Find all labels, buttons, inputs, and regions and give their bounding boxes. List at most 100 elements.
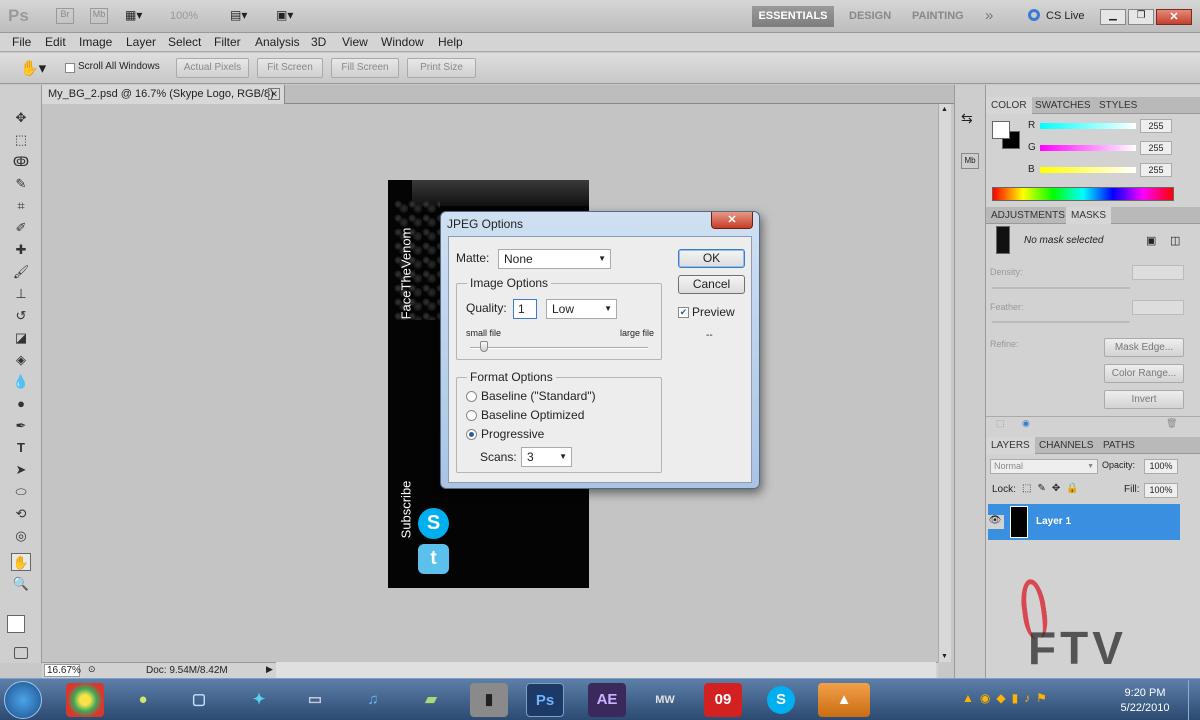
- eyedropper-tool-icon[interactable]: ✐: [11, 219, 31, 237]
- density-slider[interactable]: [992, 287, 1130, 289]
- tab-channels[interactable]: CHANNELS: [1034, 437, 1098, 454]
- radio-baseline-optimized[interactable]: [466, 410, 477, 421]
- paint-bucket-tool-icon[interactable]: ◈: [11, 351, 31, 369]
- chrome-icon[interactable]: [66, 683, 104, 717]
- workspace-design[interactable]: DESIGN: [849, 10, 891, 22]
- layer-row[interactable]: 👁 Layer 1: [986, 504, 1180, 540]
- healing-brush-tool-icon[interactable]: ✚: [11, 241, 31, 259]
- g-value[interactable]: 255: [1140, 141, 1172, 155]
- hand-tool-icon[interactable]: ✋: [11, 553, 31, 571]
- lock-icons[interactable]: ⬚✎✥🔒: [1022, 483, 1085, 494]
- preview-checkbox[interactable]: ✔: [678, 307, 689, 318]
- cs-live-menu[interactable]: CS Live: [1046, 10, 1085, 22]
- invert-button[interactable]: Invert: [1104, 390, 1184, 409]
- eraser-tool-icon[interactable]: ◪: [11, 329, 31, 347]
- color-range-button[interactable]: Color Range...: [1104, 364, 1184, 383]
- document-tab[interactable]: My_BG_2.psd @ 16.7% (Skype Logo, RGB/8) …: [42, 85, 285, 104]
- menu-view[interactable]: View: [342, 35, 368, 49]
- 3d-rotate-tool-icon[interactable]: ⟲: [11, 505, 31, 523]
- mini-bridge-panel-icon[interactable]: Mb: [961, 153, 979, 169]
- r-slider[interactable]: [1040, 123, 1136, 129]
- quality-input[interactable]: 1: [513, 299, 537, 319]
- move-tool-icon[interactable]: ✥: [11, 109, 31, 127]
- b-value[interactable]: 255: [1140, 163, 1172, 177]
- crop-tool-icon[interactable]: ⌗: [11, 197, 31, 215]
- menu-analysis[interactable]: Analysis: [255, 35, 300, 49]
- workspace-essentials[interactable]: ESSENTIALS: [752, 6, 834, 27]
- scroll-all-windows-checkbox[interactable]: [65, 63, 75, 73]
- restore-button[interactable]: ❐: [1128, 9, 1154, 25]
- photoshop-taskbar-icon[interactable]: Ps: [526, 683, 564, 717]
- minimize-button[interactable]: ▁: [1100, 9, 1126, 25]
- cancel-button[interactable]: Cancel: [678, 275, 745, 294]
- more-workspaces-icon[interactable]: »: [985, 7, 993, 24]
- feather-field[interactable]: [1132, 300, 1184, 315]
- zoom-field[interactable]: 16.67%: [44, 664, 81, 677]
- add-pixel-mask-icon[interactable]: ▣: [1146, 234, 1156, 247]
- computer-icon[interactable]: ▭: [296, 683, 334, 717]
- tab-paths[interactable]: PATHS: [1098, 437, 1140, 454]
- actual-pixels-button[interactable]: Actual Pixels: [176, 58, 249, 78]
- menu-filter[interactable]: Filter: [214, 35, 241, 49]
- skype-taskbar-icon[interactable]: S: [762, 683, 800, 717]
- brush-tool-icon[interactable]: 🖌: [11, 263, 31, 281]
- menu-help[interactable]: Help: [438, 35, 463, 49]
- radio-progressive[interactable]: [466, 429, 477, 440]
- show-desktop-button[interactable]: [1188, 680, 1200, 720]
- r-value[interactable]: 255: [1140, 119, 1172, 133]
- path-selection-tool-icon[interactable]: ➤: [11, 461, 31, 479]
- status-menu-arrow-icon[interactable]: ▶: [266, 664, 273, 675]
- hand-tool-preset-icon[interactable]: ✋▾: [20, 59, 46, 77]
- quality-preset-select[interactable]: Low ▼: [546, 299, 617, 319]
- clock-date[interactable]: 5/22/2010: [1110, 702, 1180, 714]
- tab-color[interactable]: COLOR: [986, 97, 1032, 114]
- menu-file[interactable]: File: [12, 35, 31, 49]
- scans-select[interactable]: 3 ▼: [521, 447, 572, 467]
- progressive-label[interactable]: Progressive: [481, 427, 544, 441]
- horizontal-scrollbar[interactable]: [276, 662, 936, 678]
- status-info-icon[interactable]: ⊙: [88, 664, 100, 676]
- quick-mask-icon[interactable]: [14, 647, 28, 659]
- tab-adjustments[interactable]: ADJUSTMENTS: [986, 207, 1070, 224]
- density-field[interactable]: [1132, 265, 1184, 280]
- marquee-tool-icon[interactable]: ⬚: [11, 131, 31, 149]
- pen-tool-icon[interactable]: ✒: [11, 417, 31, 435]
- vlc-icon[interactable]: ▲: [818, 683, 870, 717]
- baseline-standard-label[interactable]: Baseline ("Standard"): [481, 389, 596, 403]
- load-selection-icon[interactable]: ⬚: [996, 418, 1005, 429]
- camcorder-icon[interactable]: ▮: [470, 683, 508, 717]
- zoom-tool-icon[interactable]: 🔍: [11, 575, 31, 593]
- after-effects-icon[interactable]: AE: [588, 683, 626, 717]
- menu-image[interactable]: Image: [79, 35, 112, 49]
- mw-icon[interactable]: MW: [646, 683, 684, 717]
- baseline-optimized-label[interactable]: Baseline Optimized: [481, 408, 584, 422]
- quick-selection-tool-icon[interactable]: ✎: [11, 175, 31, 193]
- blend-mode-select[interactable]: Normal ▼: [990, 459, 1098, 474]
- bridge-icon[interactable]: Br: [56, 8, 74, 24]
- opacity-field[interactable]: 100%: [1144, 459, 1178, 474]
- print-size-button[interactable]: Print Size: [407, 58, 476, 78]
- messenger-icon[interactable]: ●: [124, 683, 162, 717]
- tab-layers[interactable]: LAYERS: [986, 437, 1035, 454]
- menu-window[interactable]: Window: [381, 35, 424, 49]
- color-spectrum-ramp[interactable]: [992, 187, 1174, 201]
- fill-screen-button[interactable]: Fill Screen: [331, 58, 399, 78]
- layer-name[interactable]: Layer 1: [1036, 516, 1071, 527]
- tab-masks[interactable]: MASKS: [1066, 207, 1112, 224]
- fill-field[interactable]: 100%: [1144, 483, 1178, 498]
- tab-swatches[interactable]: SWATCHES: [1030, 97, 1096, 114]
- close-button[interactable]: ✕: [1156, 9, 1192, 25]
- eye-icon[interactable]: ◉: [1022, 418, 1030, 429]
- quality-slider-track[interactable]: [470, 347, 648, 349]
- history-brush-tool-icon[interactable]: ↺: [11, 307, 31, 325]
- clock-time[interactable]: 9:20 PM: [1110, 687, 1180, 699]
- scroll-up-icon[interactable]: ▲: [941, 106, 948, 113]
- menu-select[interactable]: Select: [168, 35, 201, 49]
- fit-screen-button[interactable]: Fit Screen: [257, 58, 323, 78]
- preview-label[interactable]: Preview: [692, 305, 735, 319]
- itunes-icon[interactable]: ♫: [354, 683, 392, 717]
- b-slider[interactable]: [1040, 167, 1136, 173]
- ok-button[interactable]: OK: [678, 249, 745, 268]
- add-vector-mask-icon[interactable]: ◫: [1170, 234, 1180, 247]
- quality-slider-thumb[interactable]: [480, 341, 489, 352]
